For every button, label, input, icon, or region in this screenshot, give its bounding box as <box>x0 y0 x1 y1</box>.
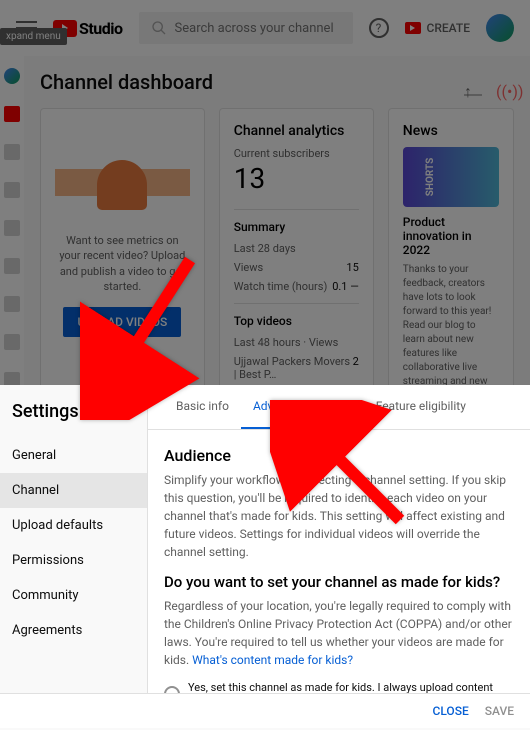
audience-text: Simplify your workflow by selecting a ch… <box>164 471 514 561</box>
sidebar-item-community[interactable]: Community <box>0 578 147 613</box>
radio-yes-row[interactable]: Yes, set this channel as made for kids. … <box>164 681 514 693</box>
sidebar-item-agreements[interactable]: Agreements <box>0 613 147 648</box>
tab-basic-info[interactable]: Basic info <box>164 385 241 429</box>
modal-footer: CLOSE SAVE <box>0 693 530 728</box>
close-button[interactable]: CLOSE <box>432 704 468 718</box>
settings-content: Basic info Advanced settings Feature eli… <box>148 385 530 693</box>
settings-title: Settings <box>0 385 147 438</box>
sidebar-item-general[interactable]: General <box>0 438 147 473</box>
radio-icon <box>164 686 180 693</box>
settings-sidebar: Settings General Channel Upload defaults… <box>0 385 148 693</box>
legal-text: Regardless of your location, you're lega… <box>164 597 514 669</box>
tab-feature-eligibility[interactable]: Feature eligibility <box>364 385 478 429</box>
audience-title: Audience <box>164 446 514 465</box>
settings-tabs: Basic info Advanced settings Feature eli… <box>148 385 530 430</box>
tab-panel: Audience Simplify your workflow by selec… <box>148 430 530 693</box>
settings-modal: Settings General Channel Upload defaults… <box>0 385 530 728</box>
kids-question: Do you want to set your channel as made … <box>164 573 514 591</box>
sidebar-item-permissions[interactable]: Permissions <box>0 543 147 578</box>
sidebar-item-upload-defaults[interactable]: Upload defaults <box>0 508 147 543</box>
save-button[interactable]: SAVE <box>485 704 514 718</box>
sidebar-item-channel[interactable]: Channel <box>0 473 147 508</box>
tab-advanced-settings[interactable]: Advanced settings <box>241 385 364 429</box>
radio-yes-label: Yes, set this channel as made for kids. … <box>188 681 514 693</box>
content-for-kids-link[interactable]: What's content made for kids? <box>192 653 353 667</box>
